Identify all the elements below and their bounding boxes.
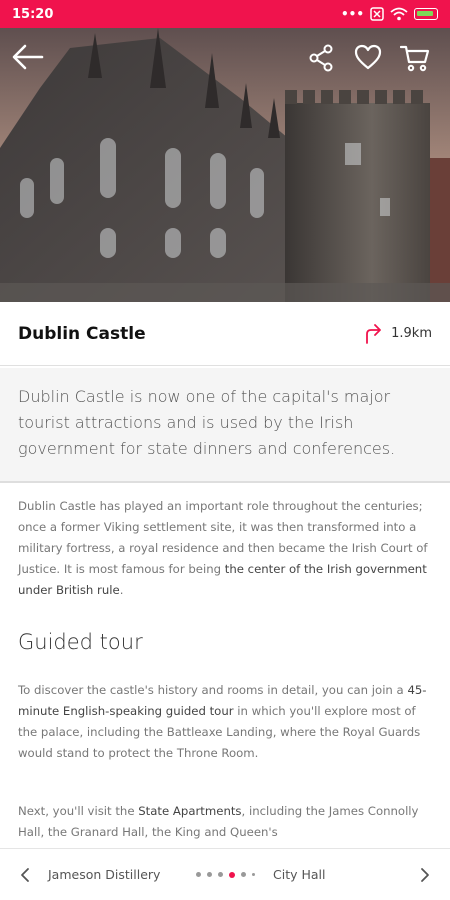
more-icon: ••• bbox=[340, 7, 364, 21]
chevron-left-icon bbox=[21, 867, 29, 882]
status-bar: 15:20 ••• bbox=[0, 0, 450, 28]
paragraph-guided-tour: To discover the castle's history and roo… bbox=[0, 680, 450, 764]
section-heading: Guided tour bbox=[18, 630, 143, 654]
cart-icon bbox=[400, 45, 430, 72]
cart-button[interactable] bbox=[400, 44, 436, 80]
page-dot bbox=[196, 872, 201, 877]
share-button[interactable] bbox=[308, 44, 344, 80]
page-dot bbox=[241, 872, 246, 877]
paragraph-state-apartments: Next, you'll visit the State Apartments,… bbox=[0, 801, 450, 843]
paragraph-apartments-start: Next, you'll visit the bbox=[18, 804, 139, 818]
bottom-navigation: Jameson Distillery City Hall bbox=[0, 848, 450, 900]
status-icons: ••• bbox=[341, 7, 438, 21]
paragraph-intro-end: . bbox=[119, 583, 124, 597]
next-place-label[interactable]: City Hall bbox=[273, 867, 414, 882]
back-button[interactable] bbox=[12, 44, 48, 80]
next-button[interactable] bbox=[414, 864, 436, 886]
wifi-icon bbox=[390, 7, 408, 21]
favorite-button[interactable] bbox=[354, 44, 390, 80]
lead-text: Dublin Castle is now one of the capital'… bbox=[0, 368, 450, 483]
heart-icon bbox=[354, 44, 382, 70]
back-arrow-icon bbox=[12, 44, 44, 70]
page-dot bbox=[252, 873, 255, 876]
place-title: Dublin Castle bbox=[18, 323, 146, 344]
paragraph-apartments-bold: State Apartments bbox=[138, 804, 242, 818]
paragraph-tour-start: To discover the castle's history and roo… bbox=[18, 683, 408, 697]
directions-button[interactable]: 1.9km bbox=[363, 323, 432, 344]
page-dot bbox=[207, 872, 212, 877]
status-time: 15:20 bbox=[12, 6, 54, 22]
previous-place-label[interactable]: Jameson Distillery bbox=[48, 867, 178, 882]
chevron-right-icon bbox=[421, 867, 429, 882]
share-icon bbox=[309, 44, 333, 72]
page-indicator bbox=[196, 871, 255, 878]
previous-button[interactable] bbox=[14, 864, 36, 886]
title-row: Dublin Castle 1.9km bbox=[0, 302, 450, 366]
directions-arrow-icon bbox=[366, 323, 382, 344]
distance-label: 1.9km bbox=[391, 326, 432, 341]
hero-image bbox=[0, 28, 450, 302]
battery-icon bbox=[414, 8, 438, 20]
page-dot-active bbox=[229, 871, 235, 878]
notification-icon bbox=[370, 7, 384, 21]
page-dot bbox=[218, 872, 223, 877]
paragraph-intro: Dublin Castle has played an important ro… bbox=[0, 496, 450, 601]
